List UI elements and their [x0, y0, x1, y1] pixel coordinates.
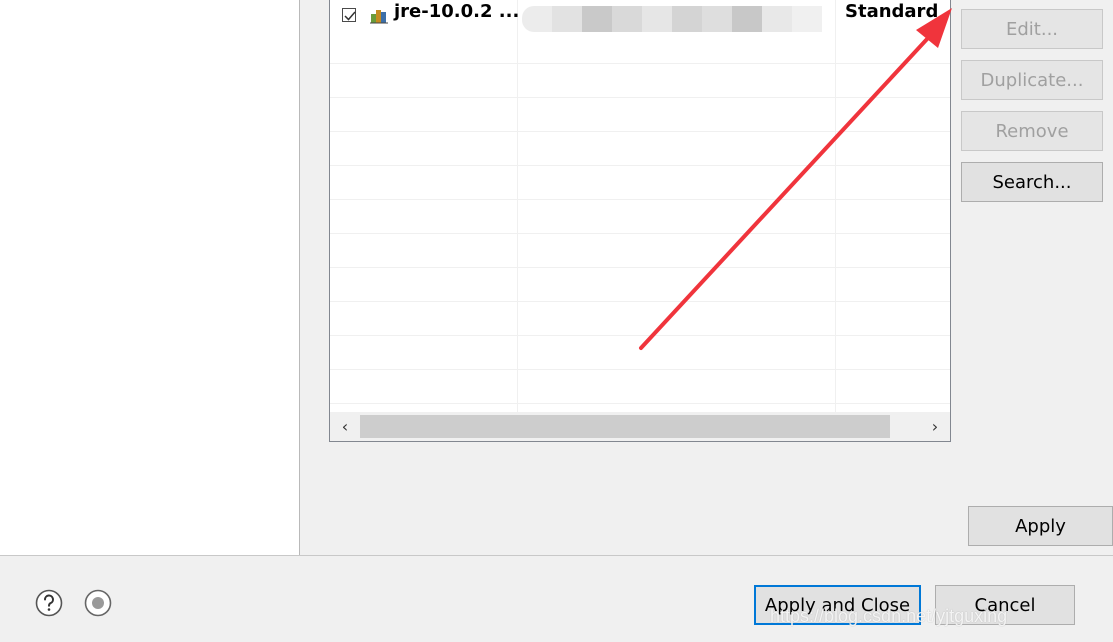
table-row [330, 200, 950, 234]
table-row [330, 30, 950, 64]
jre-row[interactable]: jre-10.0.2 ... Standard [330, 0, 950, 32]
table-row [330, 166, 950, 200]
preferences-tree-panel [0, 0, 300, 555]
scroll-thumb[interactable] [360, 415, 890, 438]
table-row [330, 302, 950, 336]
watermark: https://blog.csdn.net/yjtguxing [770, 606, 1008, 626]
table-row [330, 132, 950, 166]
search-button[interactable]: Search... [961, 162, 1103, 202]
chevron-right-icon: › [931, 417, 939, 436]
jre-location-redacted [522, 6, 822, 32]
edit-button[interactable]: Edit... [961, 9, 1103, 49]
dialog-separator [0, 555, 1113, 556]
table-row [330, 64, 950, 98]
table-row [330, 234, 950, 268]
table-row [330, 336, 950, 370]
duplicate-button[interactable]: Duplicate... [961, 60, 1103, 100]
jre-library-icon [370, 10, 388, 24]
help-icon[interactable] [34, 588, 64, 618]
installed-jres-table[interactable]: jre-10.0.2 ... Standard ‹ › [329, 0, 951, 442]
jre-type: Standard [845, 1, 939, 22]
jre-name: jre-10.0.2 ... [394, 1, 520, 22]
table-row [330, 370, 950, 404]
remove-button[interactable]: Remove [961, 111, 1103, 151]
table-row [330, 268, 950, 302]
table-horizontal-scrollbar[interactable]: ‹ › [330, 412, 950, 441]
record-icon[interactable] [83, 588, 113, 618]
table-row [330, 98, 950, 132]
scroll-left-button[interactable]: ‹ [330, 412, 360, 441]
chevron-left-icon: ‹ [341, 417, 349, 436]
jre-default-checkbox[interactable] [342, 8, 356, 22]
scroll-right-button[interactable]: › [920, 412, 950, 441]
apply-button[interactable]: Apply [968, 506, 1113, 546]
checkmark-icon [344, 11, 356, 21]
